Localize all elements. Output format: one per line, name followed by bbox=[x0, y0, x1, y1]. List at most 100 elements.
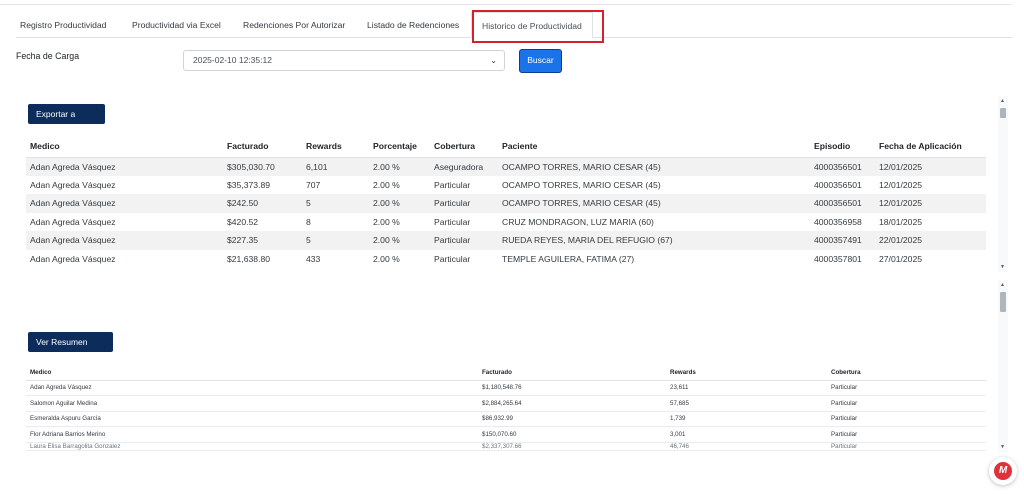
col-medico[interactable]: Medico bbox=[26, 136, 223, 158]
cell-facturado: $420.52 bbox=[227, 216, 259, 227]
cell-cobertura: Aseguradora bbox=[430, 157, 498, 176]
col-episodio[interactable]: Episodio bbox=[810, 136, 875, 158]
table-row[interactable]: Flor Adriana Barrios Merino $150,070.60 … bbox=[26, 426, 986, 443]
cell-rewards: 5 bbox=[302, 231, 369, 250]
summary-panel: Ver Resumen PDF Medico Facturado Rewards… bbox=[16, 280, 1008, 452]
cell-medico: Adan Agreda Vásquez bbox=[30, 216, 116, 227]
cell-medico: Esmeralda Aspuru García bbox=[26, 411, 478, 427]
top-divider bbox=[0, 4, 1012, 5]
scroll-up-icon[interactable]: ▲ bbox=[1000, 282, 1005, 288]
cell-episodio: 4000356501 bbox=[814, 179, 862, 190]
cell-medico: Adan Agreda Vásquez bbox=[26, 194, 223, 213]
cell-cobertura: Particular bbox=[827, 442, 986, 451]
table-row[interactable]: Esmeralda Aspuru García $86,932.99 1,739… bbox=[26, 411, 986, 427]
table-row[interactable]: Salomon Aguilar Medina $2,884,265.64 57,… bbox=[26, 395, 986, 412]
cell-cobertura: Particular bbox=[827, 380, 986, 396]
fecha-carga-label: Fecha de Carga bbox=[16, 51, 80, 61]
cell-episodio: 4000356501 bbox=[810, 194, 875, 213]
scroll-down-icon[interactable]: ▼ bbox=[1000, 264, 1005, 270]
cell-cobertura: Particular bbox=[434, 253, 471, 264]
cell-porcentaje: 2.00 % bbox=[369, 231, 430, 250]
cell-rewards: 433 bbox=[306, 253, 321, 264]
cell-rewards: 3,001 bbox=[666, 426, 827, 443]
table-row[interactable]: Adan Agreda Vásquez $21,638.80 433 2.00 … bbox=[26, 250, 986, 269]
fecha-carga-select[interactable]: 2025-02-10 12:35:12 ⌄ bbox=[183, 50, 505, 71]
cell-facturado: $227.35 bbox=[223, 231, 302, 250]
active-tab-highlight bbox=[472, 10, 604, 43]
ver-resumen-pdf-button[interactable]: Ver Resumen PDF bbox=[28, 332, 113, 367]
scroll-thumb[interactable] bbox=[1000, 292, 1006, 312]
cell-rewards: 1,739 bbox=[666, 411, 827, 427]
col-cobertura[interactable]: Cobertura bbox=[827, 366, 986, 381]
tab-registro-productividad[interactable]: Registro Productividad bbox=[20, 12, 106, 38]
table-row[interactable]: Adan Agreda Vásquez $305,030.70 6,101 2.… bbox=[26, 157, 986, 176]
summary-scrollbar[interactable]: ▲ ▼ bbox=[998, 280, 1008, 452]
table-row[interactable]: Adan Agreda Vásquez $227.35 5 2.00 % Par… bbox=[26, 231, 986, 250]
exportar-excel-button[interactable]: Exportar a Excel bbox=[28, 104, 105, 139]
tab-listado-redenciones[interactable]: Listado de Redenciones bbox=[367, 12, 459, 38]
table-row[interactable]: Adan Agreda Vásquez $420.52 8 2.00 % Par… bbox=[26, 213, 986, 232]
col-fecha-aplicacion[interactable]: Fecha de Aplicación bbox=[875, 136, 986, 158]
cell-rewards: 8 bbox=[306, 216, 311, 227]
cell-medico: Salomon Aguilar Medina bbox=[26, 395, 478, 412]
table-row[interactable]: Adan Agreda Vásquez $1,180,548.76 23,611… bbox=[26, 380, 986, 396]
cell-medico: Adan Agreda Vásquez bbox=[26, 231, 223, 250]
cell-cobertura: Particular bbox=[827, 426, 986, 443]
cell-cobertura: Particular bbox=[434, 216, 471, 227]
cell-fecha: 22/01/2025 bbox=[875, 231, 986, 250]
col-cobertura[interactable]: Cobertura bbox=[430, 136, 498, 158]
cell-episodio: 4000356958 bbox=[814, 216, 862, 227]
cell-facturado: $35,373.89 bbox=[227, 179, 271, 190]
cell-porcentaje: 2.00 % bbox=[373, 179, 400, 190]
table-row[interactable]: Adan Agreda Vásquez $242.50 5 2.00 % Par… bbox=[26, 194, 986, 213]
detail-scrollbar[interactable]: ▲ ▼ bbox=[998, 96, 1008, 272]
detail-table: Medico Facturado Rewards Porcentaje Cobe… bbox=[26, 136, 986, 268]
cell-paciente: OCAMPO TORRES, MARIO CESAR (45) bbox=[498, 157, 810, 176]
table-row[interactable]: Adan Agreda Vásquez $35,373.89 707 2.00 … bbox=[26, 176, 986, 195]
col-rewards[interactable]: Rewards bbox=[666, 366, 827, 381]
cell-rewards: 707 bbox=[306, 179, 321, 190]
table-row[interactable]: Laura Elisa Barragolita Gonzalez $2,337,… bbox=[26, 442, 986, 451]
scroll-up-icon[interactable]: ▲ bbox=[1000, 98, 1005, 104]
cell-cobertura: Particular bbox=[827, 411, 986, 427]
col-rewards[interactable]: Rewards bbox=[302, 136, 369, 158]
chat-widget-button[interactable]: M bbox=[989, 457, 1017, 485]
col-porcentaje[interactable]: Porcentaje bbox=[369, 136, 430, 158]
detail-header-row: Medico Facturado Rewards Porcentaje Cobe… bbox=[26, 136, 986, 158]
scroll-down-icon[interactable]: ▼ bbox=[1000, 444, 1005, 450]
tab-redenciones-por-autorizar[interactable]: Redenciones Por Autorizar bbox=[243, 12, 345, 38]
cell-medico: Adan Agreda Vásquez bbox=[30, 253, 116, 264]
cell-facturado: $2,337,307.66 bbox=[478, 442, 666, 451]
cell-facturado: $86,932.99 bbox=[478, 411, 666, 427]
cell-rewards: 57,685 bbox=[666, 395, 827, 412]
col-medico[interactable]: Medico bbox=[26, 366, 478, 381]
summary-table: Medico Facturado Rewards Cobertura Adan … bbox=[26, 366, 986, 451]
cell-medico: Laura Elisa Barragolita Gonzalez bbox=[26, 442, 478, 451]
scroll-thumb[interactable] bbox=[1000, 108, 1006, 118]
chevron-down-icon: ⌄ bbox=[490, 56, 497, 65]
cell-cobertura: Particular bbox=[430, 194, 498, 213]
cell-episodio: 4000357801 bbox=[814, 253, 862, 264]
cell-medico: Adan Agreda Vásquez bbox=[26, 380, 478, 396]
cell-paciente: CRUZ MONDRAGON, LUZ MARIA (60) bbox=[502, 216, 654, 227]
cell-porcentaje: 2.00 % bbox=[369, 194, 430, 213]
cell-fecha: 12/01/2025 bbox=[875, 157, 986, 176]
cell-cobertura: Particular bbox=[430, 231, 498, 250]
col-facturado[interactable]: Facturado bbox=[223, 136, 302, 158]
col-facturado[interactable]: Facturado bbox=[478, 366, 666, 381]
cell-medico: Flor Adriana Barrios Merino bbox=[26, 426, 478, 443]
col-paciente[interactable]: Paciente bbox=[498, 136, 810, 158]
cell-medico: Adan Agreda Vásquez bbox=[26, 157, 223, 176]
detail-panel: Exportar a Excel Medico Facturado Reward… bbox=[16, 96, 1008, 272]
buscar-button[interactable]: Buscar bbox=[519, 49, 562, 73]
cell-facturado: $21,638.80 bbox=[227, 253, 271, 264]
cell-facturado: $242.50 bbox=[223, 194, 302, 213]
cell-facturado: $1,180,548.76 bbox=[478, 380, 666, 396]
cell-facturado: $2,884,265.64 bbox=[478, 395, 666, 412]
cell-paciente: OCAMPO TORRES, MARIO CESAR (45) bbox=[502, 179, 661, 190]
cell-fecha: 27/01/2025 bbox=[879, 253, 923, 264]
cell-cobertura: Particular bbox=[434, 179, 471, 190]
cell-paciente: OCAMPO TORRES, MARIO CESAR (45) bbox=[498, 194, 810, 213]
tab-productividad-excel[interactable]: Productividad via Excel bbox=[132, 12, 221, 38]
chat-widget-icon: M bbox=[994, 462, 1012, 480]
